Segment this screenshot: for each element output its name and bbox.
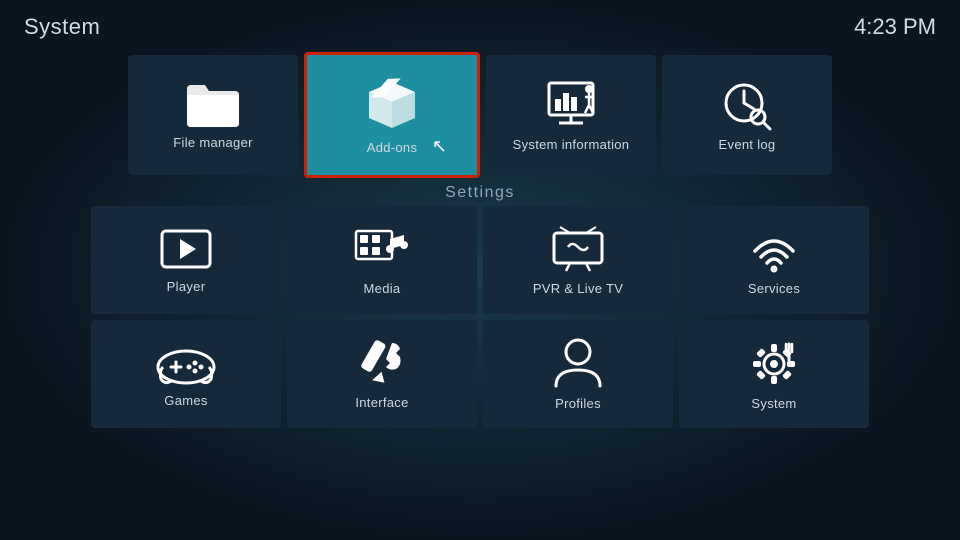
wifi-icon	[745, 225, 803, 275]
settings-label: Settings	[0, 184, 960, 202]
gear-icon	[747, 338, 801, 390]
system-page: System 4:23 PM File manager	[0, 0, 960, 540]
header: System 4:23 PM	[0, 0, 960, 48]
tile-games[interactable]: Games	[91, 320, 281, 428]
top-row: File manager Add-ons ↖	[0, 52, 960, 178]
system-information-label: System information	[513, 137, 630, 152]
interface-label: Interface	[355, 395, 408, 410]
pencil-icon	[354, 339, 410, 389]
system-settings-label: System	[751, 396, 796, 411]
play-icon	[158, 227, 214, 273]
player-label: Player	[167, 279, 206, 294]
tile-media[interactable]: Media	[287, 206, 477, 314]
gamepad-icon	[155, 341, 217, 387]
chart-icon	[541, 79, 601, 131]
services-label: Services	[748, 281, 800, 296]
tile-system[interactable]: System	[679, 320, 869, 428]
box-icon	[361, 76, 423, 134]
add-ons-label: Add-ons	[367, 140, 418, 155]
tv-icon	[548, 225, 608, 275]
page-title: System	[24, 14, 100, 40]
games-label: Games	[164, 393, 207, 408]
folder-icon	[183, 81, 243, 129]
tile-pvr-live-tv[interactable]: PVR & Live TV	[483, 206, 673, 314]
tile-system-information[interactable]: System information	[486, 55, 656, 175]
tile-services[interactable]: Services	[679, 206, 869, 314]
tile-add-ons[interactable]: Add-ons ↖	[304, 52, 480, 178]
file-manager-label: File manager	[173, 135, 252, 150]
clock-search-icon	[718, 79, 776, 131]
person-icon	[552, 338, 604, 390]
profiles-label: Profiles	[555, 396, 601, 411]
clock: 4:23 PM	[854, 14, 936, 40]
pvr-live-tv-label: PVR & Live TV	[533, 281, 623, 296]
media-label: Media	[364, 281, 401, 296]
tile-profiles[interactable]: Profiles	[483, 320, 673, 428]
tile-interface[interactable]: Interface	[287, 320, 477, 428]
media-icon	[352, 225, 412, 275]
tile-player[interactable]: Player	[91, 206, 281, 314]
cursor-icon: ↖	[432, 136, 447, 157]
settings-row-2: Games Interface	[0, 320, 960, 428]
event-log-label: Event log	[719, 137, 776, 152]
tile-file-manager[interactable]: File manager	[128, 55, 298, 175]
tile-event-log[interactable]: Event log	[662, 55, 832, 175]
settings-row-1: Player Media	[0, 206, 960, 314]
